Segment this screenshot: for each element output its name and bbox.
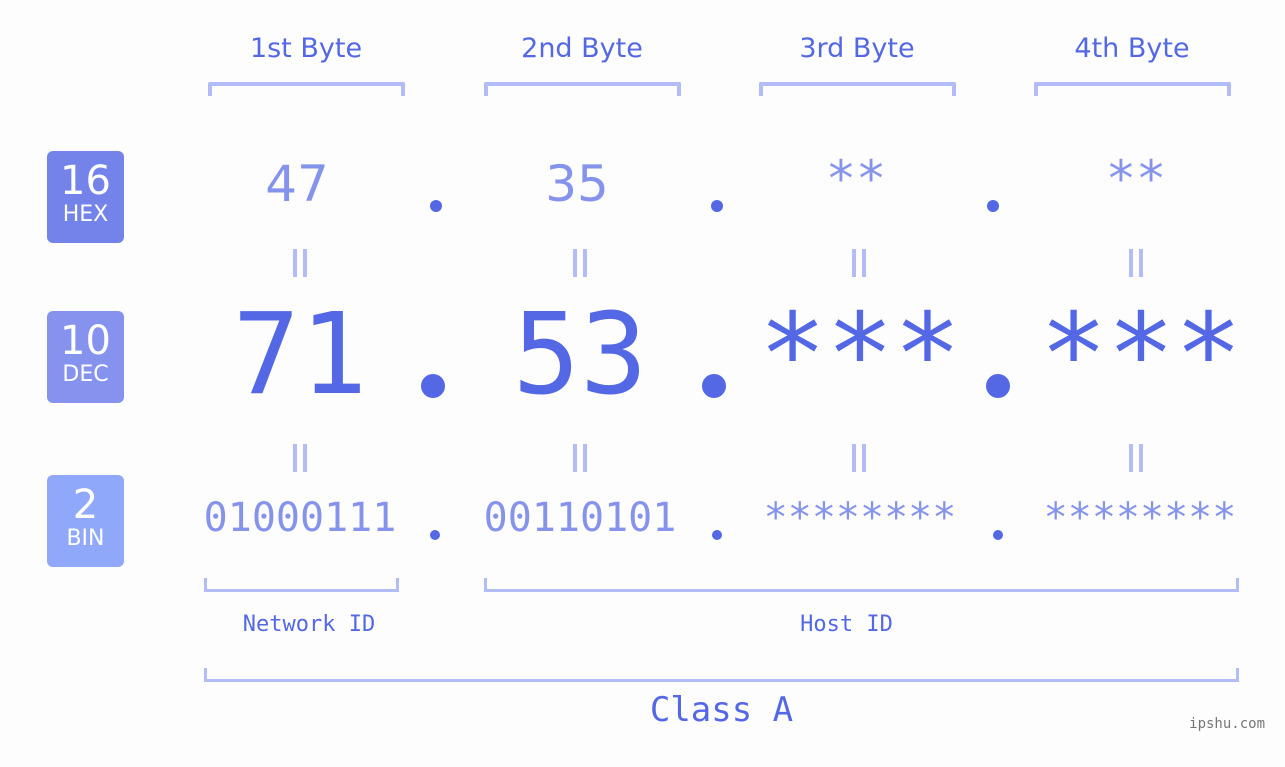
bin-byte-4: ********	[1043, 495, 1237, 541]
hex-badge-label: HEX	[62, 202, 109, 227]
bin-dot-1	[430, 530, 440, 540]
watermark: ipshu.com	[1189, 716, 1265, 732]
equals-icon	[1116, 441, 1156, 481]
dec-byte-3: ***	[758, 290, 962, 420]
dec-byte-2: 53	[512, 290, 648, 420]
bin-byte-2: 00110101	[483, 495, 677, 541]
equals-icon	[560, 246, 600, 286]
hex-badge-number: 16	[60, 158, 111, 204]
dec-badge-label: DEC	[62, 362, 109, 387]
byte-header-2: 2nd Byte	[521, 33, 643, 64]
dec-byte-4: ***	[1039, 290, 1243, 420]
bin-byte-1: 01000111	[203, 495, 397, 541]
equals-icon	[839, 246, 879, 286]
dec-badge-number: 10	[60, 318, 111, 364]
hex-byte-3: **	[825, 150, 887, 208]
hex-badge: 16 HEX	[47, 151, 124, 243]
dec-dot-1	[421, 374, 445, 398]
equals-icon	[839, 441, 879, 481]
bin-dot-2	[712, 530, 722, 540]
byte-bracket-2	[484, 82, 681, 96]
hex-dot-1	[430, 200, 442, 212]
dec-dot-2	[702, 374, 726, 398]
bin-badge-label: BIN	[66, 526, 105, 551]
class-label: Class A	[649, 690, 794, 730]
equals-icon	[1116, 246, 1156, 286]
equals-icon	[280, 246, 320, 286]
byte-bracket-3	[759, 82, 956, 96]
network-id-label: Network ID	[242, 612, 376, 637]
hex-byte-4: **	[1105, 150, 1167, 208]
hex-byte-1: 47	[265, 155, 329, 213]
equals-icon	[280, 441, 320, 481]
dec-badge: 10 DEC	[47, 311, 124, 403]
hex-dot-3	[987, 200, 999, 212]
dec-dot-3	[986, 374, 1010, 398]
dec-byte-1: 71	[232, 290, 368, 420]
bin-badge: 2 BIN	[47, 475, 124, 567]
bin-dot-3	[993, 530, 1003, 540]
hex-dot-2	[711, 200, 723, 212]
class-bracket	[204, 668, 1239, 682]
byte-header-1: 1st Byte	[249, 33, 363, 64]
byte-header-3: 3rd Byte	[799, 33, 915, 64]
network-id-bracket	[204, 578, 399, 592]
byte-header-4: 4th Byte	[1074, 33, 1190, 64]
byte-bracket-4	[1034, 82, 1231, 96]
hex-byte-2: 35	[545, 155, 609, 213]
bin-byte-3: ********	[763, 495, 957, 541]
host-id-label: Host ID	[800, 612, 893, 637]
host-id-bracket	[484, 578, 1239, 592]
bin-badge-number: 2	[72, 482, 99, 528]
byte-bracket-1	[208, 82, 405, 96]
equals-icon	[560, 441, 600, 481]
